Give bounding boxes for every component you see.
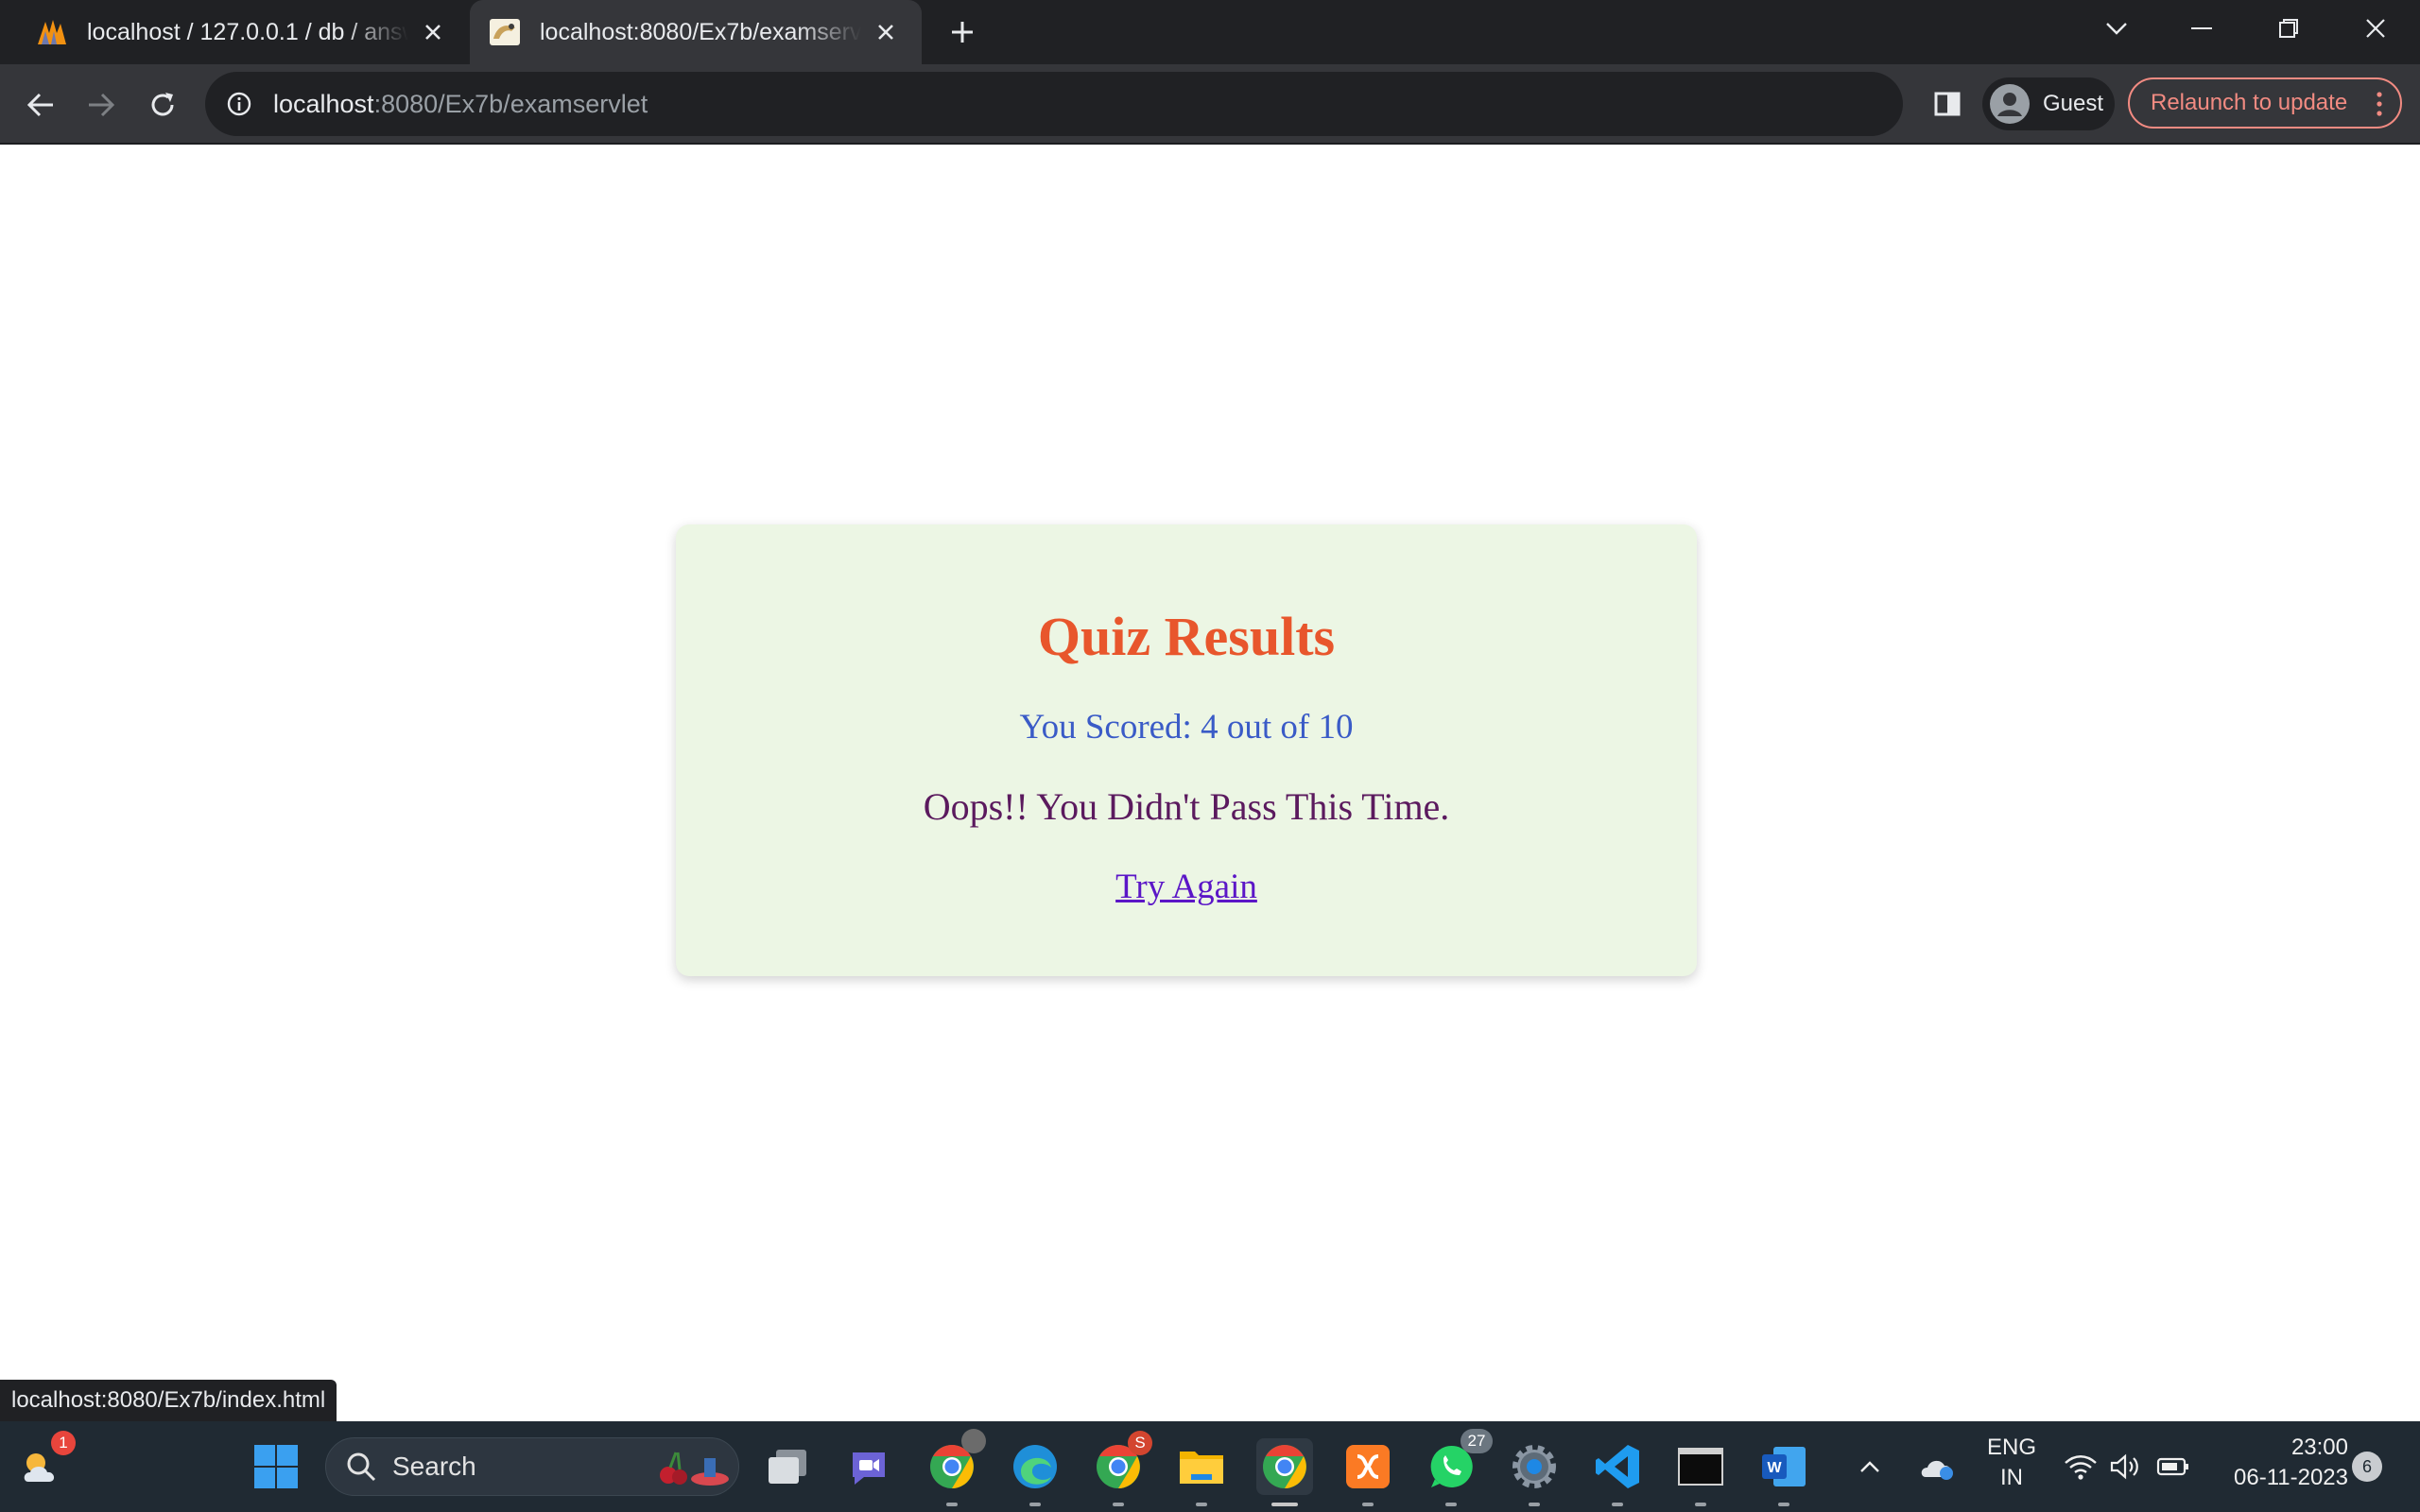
side-panel-icon[interactable] — [1927, 83, 1968, 125]
new-tab-button[interactable] — [943, 13, 981, 51]
whatsapp-app[interactable]: 27 — [1423, 1429, 1493, 1506]
svg-text:W: W — [1767, 1460, 1782, 1476]
onedrive-icon[interactable] — [1915, 1438, 1959, 1495]
show-hidden-icons-chevron-icon[interactable] — [1851, 1438, 1889, 1495]
close-icon[interactable] — [416, 15, 450, 49]
tab-examservlet[interactable]: localhost:8080/Ex7b/examservlet — [470, 0, 922, 64]
xampp-icon — [1346, 1445, 1390, 1488]
phpmyadmin-icon — [36, 16, 68, 48]
relaunch-label: Relaunch to update — [2151, 90, 2348, 115]
weather-widget-button[interactable]: 1 — [13, 1431, 76, 1495]
word-icon: W — [1762, 1447, 1806, 1486]
weather-badge: 1 — [51, 1431, 76, 1455]
edge-icon — [1013, 1445, 1057, 1488]
chrome-icon — [1263, 1445, 1306, 1488]
settings-app[interactable] — [1506, 1438, 1563, 1506]
reload-icon — [151, 93, 174, 116]
chrome-app-active[interactable] — [1256, 1438, 1313, 1506]
input-language-indicator[interactable]: ENG IN — [1983, 1433, 2040, 1493]
result-message: Oops!! You Didn't Pass This Time. — [923, 785, 1450, 828]
gear-icon — [1512, 1445, 1556, 1488]
vscode-app[interactable] — [1589, 1438, 1646, 1506]
close-window-icon[interactable] — [2352, 9, 2399, 47]
minimize-icon[interactable] — [2178, 9, 2225, 47]
search-label: Search — [392, 1452, 476, 1481]
restore-icon[interactable] — [2265, 9, 2312, 47]
close-icon[interactable] — [869, 15, 903, 49]
arrow-left-icon — [26, 93, 53, 117]
back-button[interactable] — [19, 83, 62, 127]
file-explorer-app[interactable] — [1173, 1438, 1230, 1506]
xampp-app[interactable] — [1340, 1438, 1396, 1506]
word-app[interactable]: W — [1755, 1438, 1812, 1506]
clock[interactable]: 23:00 06-11-2023 — [2208, 1433, 2348, 1493]
teams-chat-button[interactable] — [840, 1438, 897, 1495]
score-text: You Scored: 4 out of 10 — [1019, 708, 1354, 747]
profile-button[interactable]: Guest — [1982, 77, 2115, 130]
chrome-app-2[interactable]: S — [1090, 1431, 1152, 1506]
notification-count: 6 — [2352, 1452, 2382, 1482]
battery-icon[interactable] — [2152, 1438, 2195, 1495]
tab-search-chevron-icon[interactable] — [2093, 9, 2140, 47]
address-bar[interactable]: localhost:8080/Ex7b/examservlet — [205, 72, 1903, 136]
status-bubble: localhost:8080/Ex7b/index.html — [0, 1380, 337, 1421]
chrome-profile-badge: S — [1128, 1431, 1152, 1455]
taskbar: 1 Search S 27 W ENG IN 23:00 06-11-2023 … — [0, 1421, 2420, 1512]
tomcat-icon — [489, 16, 521, 48]
search-icon — [347, 1452, 376, 1482]
windows-icon — [254, 1445, 298, 1488]
start-button[interactable] — [248, 1438, 304, 1495]
try-again-link[interactable]: Try Again — [1115, 868, 1257, 906]
more-vert-icon[interactable] — [2370, 87, 2389, 121]
browser-tab-strip: localhost / 127.0.0.1 / db / answers loc… — [0, 0, 2420, 64]
edge-app[interactable] — [1007, 1438, 1063, 1506]
avatar-icon — [1990, 84, 2030, 124]
tab-title: localhost / 127.0.0.1 / db / answers — [87, 18, 408, 45]
browser-toolbar: localhost:8080/Ex7b/examservlet Guest Re… — [0, 64, 2420, 145]
forward-button[interactable] — [79, 83, 123, 127]
chrome-app-1[interactable] — [924, 1429, 986, 1506]
arrow-right-icon — [89, 93, 115, 117]
tab-title: localhost:8080/Ex7b/examservlet — [540, 18, 861, 45]
reload-button[interactable] — [141, 83, 184, 127]
search-highlight-icon — [660, 1452, 729, 1486]
task-view-icon — [769, 1450, 806, 1484]
quiz-result-card: Quiz Results You Scored: 4 out of 10 Oop… — [676, 524, 1697, 976]
notification-center-button[interactable]: 6 — [2350, 1450, 2384, 1484]
profile-avatar-badge — [961, 1429, 986, 1453]
taskbar-search-box[interactable]: Search — [325, 1437, 739, 1496]
wifi-icon[interactable] — [2061, 1438, 2100, 1495]
clock-time: 23:00 — [2290, 1435, 2348, 1460]
task-view-button[interactable] — [759, 1438, 816, 1495]
relaunch-button[interactable]: Relaunch to update — [2128, 77, 2402, 129]
volume-icon[interactable] — [2106, 1438, 2146, 1495]
clock-date: 06-11-2023 — [2234, 1465, 2348, 1490]
page-title: Quiz Results — [1037, 606, 1336, 667]
tab-phpmyadmin[interactable]: localhost / 127.0.0.1 / db / answers — [19, 0, 463, 64]
site-info-icon[interactable] — [222, 87, 256, 121]
chat-icon — [853, 1452, 885, 1485]
vscode-icon — [1596, 1445, 1639, 1488]
profile-label: Guest — [2043, 91, 2104, 116]
terminal-app[interactable] — [1672, 1438, 1729, 1506]
url-text[interactable]: localhost:8080/Ex7b/examservlet — [273, 90, 648, 119]
whatsapp-badge: 27 — [1461, 1429, 1493, 1453]
folder-icon — [1180, 1452, 1223, 1484]
terminal-icon — [1678, 1448, 1723, 1486]
